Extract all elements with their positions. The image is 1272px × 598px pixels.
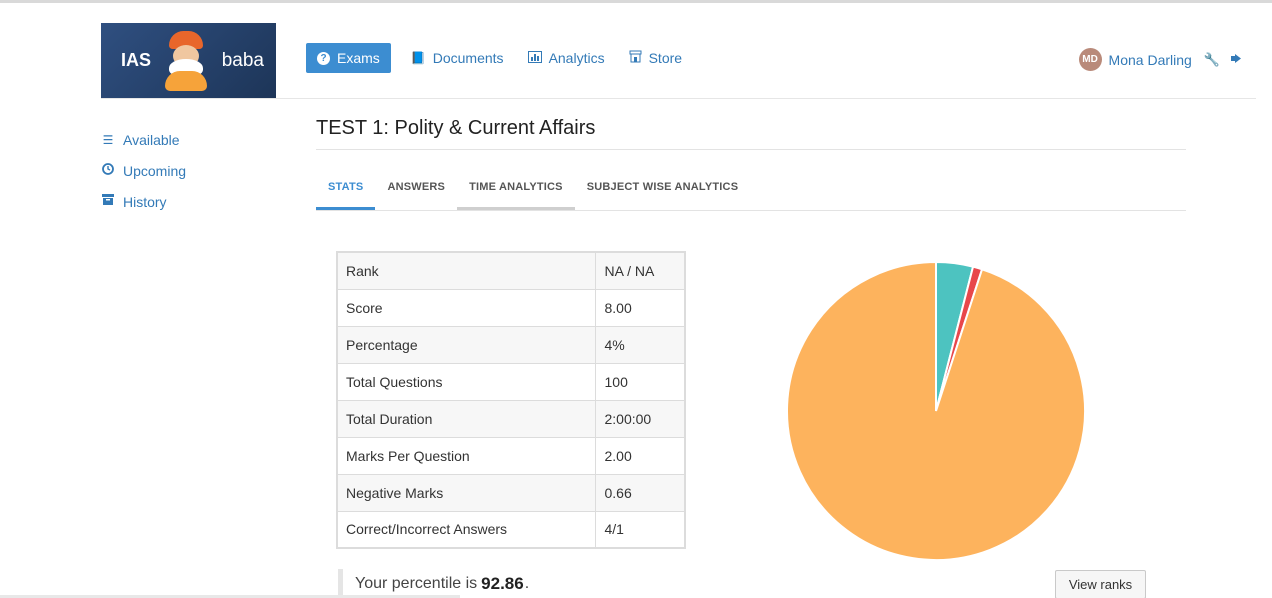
table-row: Rank NA / NA [336, 251, 686, 290]
stat-value: 8.00 [594, 288, 686, 327]
nav-analytics-label: Analytics [548, 50, 605, 66]
percentile-value: 92.86 [481, 573, 524, 593]
stat-value: 4% [594, 325, 686, 364]
view-ranks-button[interactable]: View ranks [1055, 570, 1146, 598]
store-icon [629, 50, 642, 66]
nav-exams-label: Exams [337, 50, 380, 66]
tab-answers[interactable]: ANSWERS [375, 168, 457, 210]
table-row: Score 8.00 [336, 288, 686, 327]
stats-table: Rank NA / NA Score 8.00 Percentage 4% Total… [336, 251, 686, 549]
stat-value: 0.66 [594, 473, 686, 512]
bar-chart-icon [527, 50, 542, 66]
clock-icon [101, 163, 115, 178]
table-row: Correct/Incorrect Answers 4/1 [336, 510, 686, 549]
percentile-callout: Your percentile is 92.86 . [338, 569, 529, 598]
user-menu: MD Mona Darling 🔧 [1078, 48, 1242, 71]
stat-label: Score [336, 288, 596, 327]
pie-slice-2[interactable] [786, 260, 1086, 561]
nav-analytics[interactable]: Analytics [518, 43, 615, 73]
top-border [0, 0, 1272, 3]
nav-exams[interactable]: ? Exams [306, 43, 391, 73]
tab-subject-wise-analytics[interactable]: SUBJECT WISE ANALYTICS [575, 168, 751, 210]
table-row: Total Questions 100 [336, 362, 686, 401]
brand-text-right: baba [221, 49, 264, 71]
stat-label: Total Questions [336, 362, 596, 401]
stat-label: Marks Per Question [336, 436, 596, 475]
archive-icon [101, 194, 115, 209]
question-circle-icon: ? [317, 51, 330, 65]
wrench-icon[interactable]: 🔧 [1204, 52, 1220, 68]
avatar[interactable]: MD [1078, 48, 1102, 71]
sidebar-item-label: History [123, 193, 167, 210]
nav-store[interactable]: Store [619, 43, 692, 73]
answers-pie-chart[interactable] [786, 260, 1086, 562]
stat-label: Total Duration [336, 399, 596, 438]
stat-value: 4/1 [594, 510, 686, 549]
nav-store-label: Store [648, 50, 683, 66]
header-divider [101, 98, 1256, 99]
sidebar-item-label: Upcoming [123, 162, 187, 179]
book-icon: 📘 [410, 51, 426, 65]
stat-value: 100 [594, 362, 686, 401]
brand-logo[interactable]: IAS baba [101, 23, 276, 98]
logout-icon[interactable] [1230, 52, 1242, 67]
sidebar-item-upcoming[interactable]: Upcoming [101, 155, 186, 186]
tab-time-analytics[interactable]: TIME ANALYTICS [457, 168, 575, 210]
sidebar: ☰ Available Upcoming History [101, 124, 186, 217]
sidebar-item-label: Available [123, 131, 180, 148]
stat-label: Rank [336, 251, 596, 290]
stat-label: Correct/Incorrect Answers [336, 510, 596, 549]
list-icon: ☰ [102, 132, 114, 147]
page-title: TEST 1: Polity & Current Affairs [316, 117, 596, 139]
table-row: Total Duration 2:00:00 [336, 399, 686, 438]
stat-value: NA / NA [594, 251, 686, 290]
table-row: Marks Per Question 2.00 [336, 436, 686, 475]
table-row: Percentage 4% [336, 325, 686, 364]
user-name[interactable]: Mona Darling [1109, 52, 1192, 68]
stat-label: Negative Marks [336, 473, 596, 512]
result-tabs: STATS ANSWERS TIME ANALYTICS SUBJECT WIS… [316, 168, 1186, 211]
sidebar-item-history[interactable]: History [101, 186, 186, 217]
percentile-prefix: Your percentile is [355, 574, 478, 592]
tab-stats[interactable]: STATS [316, 168, 376, 210]
table-row: Negative Marks 0.66 [336, 473, 686, 512]
baba-mascot-icon [163, 30, 209, 91]
percentile-suffix: . [524, 574, 530, 592]
main-nav: ? Exams 📘 Documents Analytics Store [306, 43, 696, 73]
stat-value: 2.00 [594, 436, 686, 475]
nav-documents[interactable]: 📘 Documents [401, 43, 514, 73]
sidebar-item-available[interactable]: ☰ Available [101, 124, 186, 155]
stat-value: 2:00:00 [594, 399, 686, 438]
stat-label: Percentage [336, 325, 596, 364]
title-divider [316, 149, 1186, 150]
nav-documents-label: Documents [432, 50, 504, 66]
brand-text-left: IAS [121, 50, 152, 70]
